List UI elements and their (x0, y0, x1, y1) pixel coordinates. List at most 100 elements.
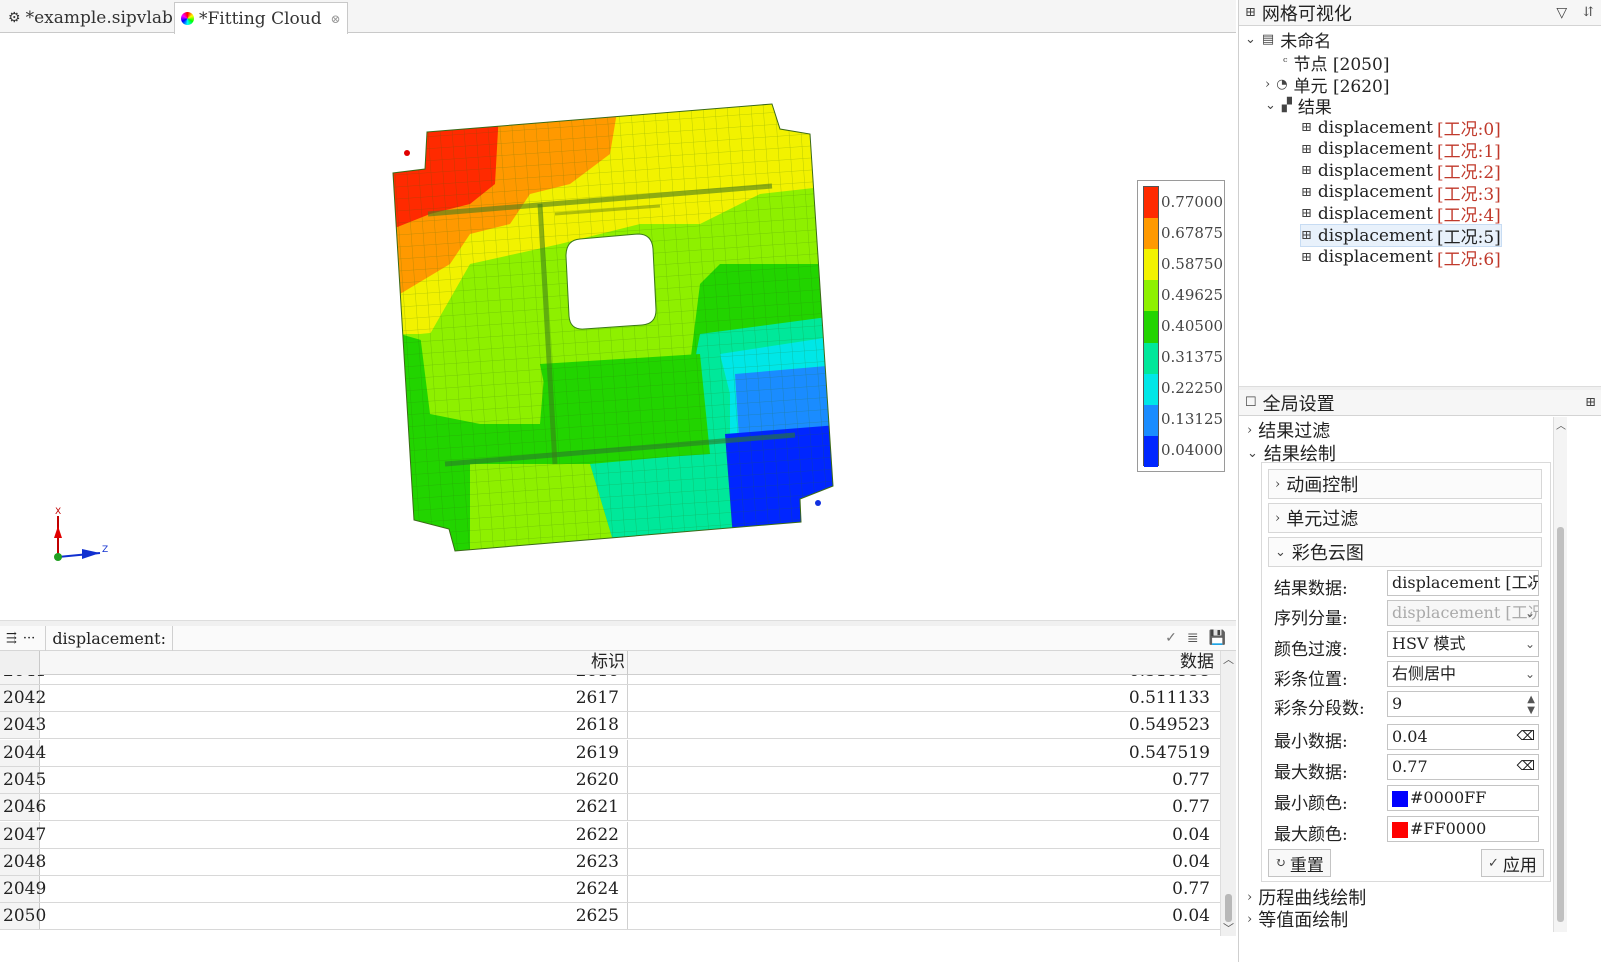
result-icon: ⊞ (1301, 163, 1312, 179)
chevron-down-icon[interactable]: ⌄ (1245, 32, 1256, 47)
bar-position-select[interactable]: 右侧居中 ⌄ (1387, 661, 1539, 687)
tree-results[interactable]: ⌄ ▞ 结果 (1265, 95, 1332, 118)
row-index: 2050 (0, 903, 46, 930)
table-row[interactable]: 2047 2622 0.04 (0, 821, 1220, 849)
result-icon: ⊞ (1301, 249, 1312, 265)
apply-button[interactable]: ✓ 应用 (1481, 849, 1544, 877)
series-select: displacement [工况 ⌄ (1387, 600, 1539, 626)
table-row[interactable]: 2041 2616 0.510958 (0, 675, 1220, 685)
field-label: displacement: (45, 625, 173, 651)
group-element-filter[interactable]: › 单元过滤 (1268, 503, 1542, 533)
save-icon[interactable]: 💾 (1209, 630, 1226, 646)
table-row[interactable]: 2049 2624 0.77 (0, 876, 1220, 904)
tab-label: *Fitting Cloud (199, 8, 322, 29)
more-icon[interactable]: ··· (23, 631, 35, 646)
layout-icon[interactable]: ⊞ (1585, 395, 1596, 410)
list-icon[interactable]: ≣ (1187, 630, 1199, 646)
axis-triad: X Z (54, 507, 108, 561)
section-isosurface[interactable]: › 等值面绘制 (1247, 906, 1348, 932)
table-row[interactable]: 2044 2619 0.547519 (0, 739, 1220, 767)
pin-icon[interactable]: ⇵ (1583, 5, 1594, 20)
max-color-picker[interactable]: #FF0000 (1387, 816, 1539, 842)
tab-fitting-cloud[interactable]: *Fitting Cloud ⊗ (174, 2, 348, 34)
scrollbar-thumb[interactable] (1557, 527, 1564, 922)
filter-icon[interactable]: ▽ (1556, 5, 1567, 21)
tree-nodes[interactable]: ᶜ 节点 [2050] (1283, 52, 1389, 75)
segments-spinner[interactable]: 9 ▲ ▼ (1387, 691, 1539, 717)
table-row[interactable]: 2042 2617 0.511133 (0, 685, 1220, 712)
cell-id: 2618 (41, 712, 628, 739)
tree-elements[interactable]: › ◔ 单元 [2620] (1265, 74, 1389, 97)
group-animation[interactable]: › 动画控制 (1268, 469, 1542, 499)
editor-pane: ⚙ *example.sipvlab ⊗ *Fitting Cloud ⊗ (0, 0, 1236, 962)
reset-button[interactable]: ↻ 重置 (1268, 849, 1331, 877)
table-row[interactable]: 2045 2620 0.77 (0, 766, 1220, 794)
result-data-select[interactable]: displacement [工况 ⌄ (1387, 570, 1539, 596)
legend-value: 0.58750 (1161, 254, 1224, 273)
legend-segment (1144, 280, 1158, 312)
legend-segment (1144, 218, 1158, 250)
color-wheel-icon (181, 12, 194, 25)
tree-result-item[interactable]: ⊞ displacement [工况:6] (1301, 247, 1501, 270)
tree-result-item[interactable]: ⊞ displacement [工况:0] (1301, 117, 1501, 141)
panel-scrollbar[interactable]: ︿ (1553, 417, 1567, 932)
tree-result-item[interactable]: ⊞ displacement [工况:4] (1301, 203, 1501, 227)
legend-segment (1144, 311, 1158, 343)
filter-input[interactable] (173, 626, 1165, 651)
tree-result-item[interactable]: ⊞ displacement [工况:3] (1301, 182, 1501, 205)
column-header-id[interactable]: 标识 (41, 651, 628, 675)
tree-icon: ⊞ (1245, 5, 1256, 20)
table-scrollbar[interactable]: ︿ ﹀ (1220, 651, 1236, 936)
cell-data: 0.04 (1172, 851, 1210, 872)
close-icon[interactable]: ⊗ (331, 12, 341, 26)
check-icon[interactable]: ✓ (1165, 630, 1177, 646)
chevron-right-icon[interactable]: › (1247, 890, 1252, 905)
chevron-down-icon[interactable]: ⌄ (1265, 98, 1276, 113)
chevron-right-icon[interactable]: › (1265, 77, 1270, 92)
table-row[interactable]: 2048 2623 0.04 (0, 848, 1220, 876)
min-color-picker[interactable]: #0000FF (1387, 785, 1539, 811)
group-contour[interactable]: ⌄ 彩色云图 (1268, 537, 1542, 567)
tree-result-item[interactable]: ⊞ displacement [工况:2] (1301, 160, 1501, 184)
node-icon: ᶜ (1283, 55, 1288, 70)
legend-segment (1144, 435, 1158, 467)
result-icon: ⊞ (1301, 228, 1312, 243)
min-data-input[interactable]: 0.04 ⌫ (1387, 724, 1539, 750)
legend-segment (1144, 342, 1158, 374)
cell-data: 0.77 (1172, 769, 1210, 790)
cell-id: 2625 (41, 903, 628, 930)
max-data-input[interactable]: 0.77 ⌫ (1387, 754, 1539, 780)
cell-id: 2621 (41, 794, 628, 821)
column-header-data[interactable]: 数据 (629, 651, 1220, 675)
legend-segment (1144, 404, 1158, 436)
chevron-right-icon[interactable]: › (1247, 912, 1252, 927)
row-index: 2042 (0, 685, 46, 711)
result-icon: ⊞ (1301, 206, 1312, 222)
results-icon: ▞ (1281, 98, 1292, 113)
cell-data: 0.549523 (1128, 715, 1210, 736)
row-index: 2046 (0, 794, 46, 821)
scrollbar-thumb[interactable] (1225, 894, 1232, 922)
chevron-right-icon[interactable]: › (1275, 477, 1280, 492)
table-settings-icon[interactable]: ⇶ (6, 631, 17, 646)
result-name: displacement (1317, 117, 1433, 138)
table-row[interactable]: 2050 2625 0.04 (0, 903, 1220, 931)
tree-result-item[interactable]: ⊞ displacement [工况:1] (1301, 139, 1501, 162)
3d-viewport[interactable]: X Z 0.77000 0.67875 0.58750 0.49625 0.40500 0… (0, 34, 1236, 620)
tree-result-item[interactable]: ⊞ displacement [工况:5] (1300, 224, 1502, 248)
segments-label: 彩条分段数: (1274, 699, 1365, 719)
cell-id: 2619 (41, 739, 628, 766)
tree-root[interactable]: ⌄ ▤ 未命名 (1245, 29, 1331, 52)
cell-data: 0.77 (1172, 797, 1210, 818)
result-icon: ⊞ (1301, 184, 1312, 200)
chevron-down-icon[interactable]: ⌄ (1275, 545, 1286, 560)
table-row[interactable]: 2043 2618 0.549523 (0, 712, 1220, 740)
chevron-right-icon[interactable]: › (1275, 511, 1280, 526)
legend-value: 0.77000 (1161, 192, 1224, 211)
table-row[interactable]: 2046 2621 0.77 (0, 794, 1220, 822)
chevron-right-icon[interactable]: › (1247, 423, 1252, 438)
transition-select[interactable]: HSV 模式 ⌄ (1387, 631, 1539, 657)
chevron-down-icon[interactable]: ⌄ (1247, 446, 1258, 461)
tab-example-sipvlab[interactable]: ⚙ *example.sipvlab ⊗ (2, 2, 198, 33)
contour-fill (393, 104, 833, 551)
